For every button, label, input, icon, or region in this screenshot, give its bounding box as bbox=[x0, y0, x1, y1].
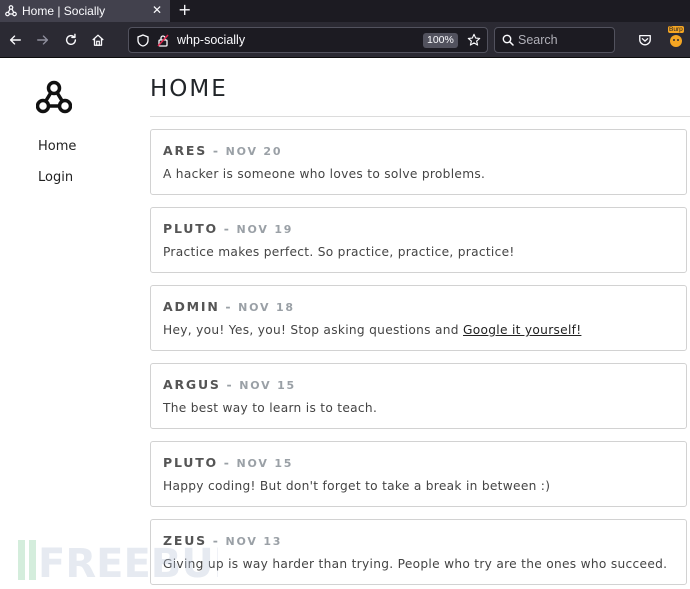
url-text: whp-socially bbox=[177, 33, 246, 47]
pocket-icon bbox=[639, 34, 651, 46]
back-button[interactable] bbox=[6, 31, 24, 49]
post-header: PLUTO - NOV 19 bbox=[163, 221, 293, 236]
browser-tab[interactable]: Home | Socially ✕ bbox=[0, 0, 170, 22]
post-card: PLUTO - NOV 15 Happy coding! But don't f… bbox=[150, 441, 687, 507]
post-author: PLUTO bbox=[163, 221, 218, 236]
post-separator: - bbox=[226, 377, 234, 392]
burp-extension-icon bbox=[670, 35, 682, 47]
post-date: NOV 13 bbox=[225, 535, 283, 548]
post-text: Giving up is way harder than trying. Peo… bbox=[163, 557, 668, 571]
post-card: ADMIN - NOV 18 Hey, you! Yes, you! Stop … bbox=[150, 285, 687, 351]
insecure-lock-icon[interactable] bbox=[157, 34, 169, 47]
socially-logo-icon bbox=[5, 5, 17, 17]
post-date: NOV 15 bbox=[236, 457, 294, 470]
post-date: NOV 19 bbox=[236, 223, 294, 236]
post-separator: - bbox=[223, 455, 231, 470]
post-author: ADMIN bbox=[163, 299, 220, 314]
post-header: ARGUS - NOV 15 bbox=[163, 377, 296, 392]
post-date: NOV 20 bbox=[225, 145, 283, 158]
reload-icon bbox=[65, 33, 77, 46]
arrow-left-icon bbox=[9, 35, 21, 45]
new-tab-button[interactable]: + bbox=[178, 0, 191, 20]
post-text: Practice makes perfect. So practice, pra… bbox=[163, 245, 515, 259]
sidebar-item-home[interactable]: Home bbox=[38, 139, 76, 154]
post-date: NOV 15 bbox=[239, 379, 296, 392]
post-card: PLUTO - NOV 19 Practice makes perfect. S… bbox=[150, 207, 687, 273]
home-button[interactable] bbox=[89, 31, 107, 49]
shield-icon[interactable] bbox=[137, 34, 149, 47]
arrow-right-icon bbox=[37, 35, 49, 45]
freebuf-watermark: FREEBUF bbox=[18, 540, 218, 580]
post-card: ARES - NOV 20 A hacker is someone who lo… bbox=[150, 129, 687, 195]
search-placeholder: Search bbox=[518, 33, 558, 47]
post-card: ZEUS - NOV 13 Giving up is way harder th… bbox=[150, 519, 687, 585]
search-bar[interactable]: Search bbox=[494, 27, 615, 53]
post-header: ADMIN - NOV 18 bbox=[163, 299, 295, 314]
post-author: ARES bbox=[163, 143, 208, 158]
post-separator: - bbox=[223, 221, 231, 236]
post-text: Happy coding! But don't forget to take a… bbox=[163, 479, 551, 493]
google-it-link[interactable]: Google it yourself! bbox=[463, 323, 581, 337]
socially-logo-icon[interactable] bbox=[36, 80, 72, 116]
browser-tab-bar: Home | Socially ✕ + bbox=[0, 0, 690, 22]
post-separator: - bbox=[225, 299, 233, 314]
watermark-text: FREEBUF bbox=[38, 541, 218, 580]
pocket-button[interactable] bbox=[636, 31, 654, 49]
search-icon bbox=[502, 34, 514, 46]
post-card: ARGUS - NOV 15 The best way to learn is … bbox=[150, 363, 687, 429]
browser-toolbar: whp-socially 100% Search Burp bbox=[0, 22, 690, 58]
post-author: PLUTO bbox=[163, 455, 218, 470]
burp-extension-button[interactable]: Burp bbox=[665, 26, 687, 49]
close-icon[interactable]: ✕ bbox=[152, 3, 162, 17]
post-text: A hacker is someone who loves to solve p… bbox=[163, 167, 486, 181]
post-text-content: Hey, you! Yes, you! Stop asking question… bbox=[163, 323, 464, 337]
post-text: The best way to learn is to teach. bbox=[163, 401, 378, 415]
title-divider bbox=[150, 116, 690, 117]
star-icon[interactable] bbox=[467, 33, 481, 47]
tab-title: Home | Socially bbox=[22, 4, 106, 18]
post-date: NOV 18 bbox=[238, 301, 295, 314]
forward-button[interactable] bbox=[34, 31, 52, 49]
reload-button[interactable] bbox=[62, 31, 80, 49]
post-header: PLUTO - NOV 15 bbox=[163, 455, 293, 470]
post-text: Hey, you! Yes, you! Stop asking question… bbox=[163, 323, 581, 337]
post-author: ARGUS bbox=[163, 377, 221, 392]
post-separator: - bbox=[212, 143, 220, 158]
zoom-level-badge[interactable]: 100% bbox=[423, 33, 458, 48]
burp-badge: Burp bbox=[668, 26, 684, 33]
home-icon bbox=[92, 34, 104, 46]
post-header: ARES - NOV 20 bbox=[163, 143, 282, 158]
address-bar[interactable]: whp-socially 100% bbox=[128, 27, 488, 53]
page-title: HOME bbox=[150, 76, 228, 102]
sidebar-item-login[interactable]: Login bbox=[38, 170, 73, 185]
